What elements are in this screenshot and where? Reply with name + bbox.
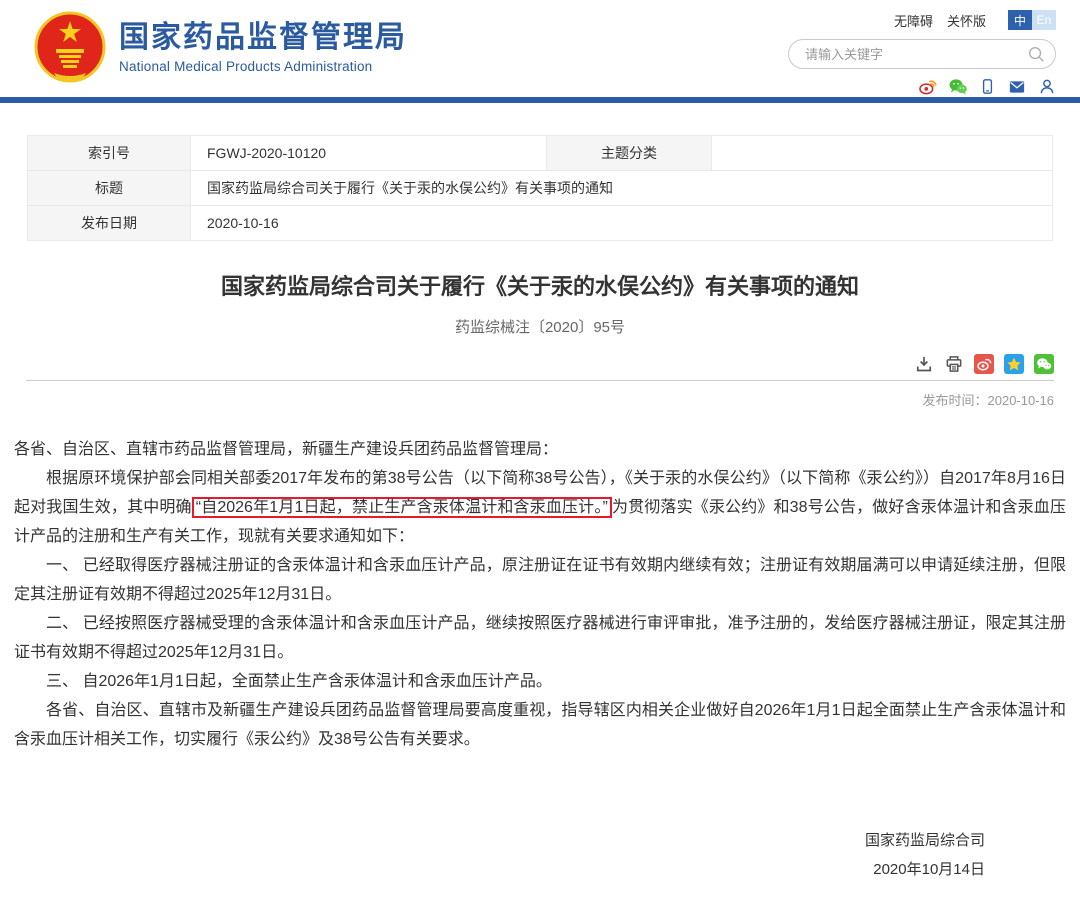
accessibility-link[interactable]: 无障碍 bbox=[894, 11, 933, 30]
highlighted-text: “自2026年1月1日起，禁止生产含汞体温计和含汞血压计。” bbox=[192, 497, 612, 518]
site-logo[interactable]: 国家药品监督管理局 National Medical Products Admi… bbox=[34, 11, 407, 83]
print-icon[interactable] bbox=[944, 354, 964, 374]
publish-time: 发布时间：2020-10-16 bbox=[26, 390, 1054, 409]
paragraph-closing: 各省、自治区、直辖市及新疆生产建设兵团药品监督管理局要高度重视，指导辖区内相关企… bbox=[14, 696, 1066, 754]
national-emblem-icon bbox=[34, 11, 106, 83]
meta-date-value: 2020-10-16 bbox=[191, 206, 1053, 241]
table-row: 索引号 FGWJ-2020-10120 主题分类 bbox=[28, 136, 1053, 171]
paragraph-item-2: 二、 已经按照医疗器械受理的含汞体温计和含汞血压计产品，继续按照医疗器械进行审评… bbox=[14, 609, 1066, 667]
meta-category-label: 主题分类 bbox=[547, 136, 712, 171]
site-header: 国家药品监督管理局 National Medical Products Admi… bbox=[0, 0, 1080, 97]
mail-icon[interactable] bbox=[1007, 78, 1027, 96]
site-title: 国家药品监督管理局 bbox=[119, 21, 407, 54]
share-weibo-icon[interactable] bbox=[974, 354, 994, 374]
document-meta-table: 索引号 FGWJ-2020-10120 主题分类 标题 国家药监局综合司关于履行… bbox=[27, 135, 1053, 241]
article-toolbar bbox=[26, 354, 1054, 374]
signature-block: 国家药监局综合司 2020年10月14日 bbox=[0, 826, 1080, 914]
meta-index-label: 索引号 bbox=[28, 136, 191, 171]
page-title: 国家药监局综合司关于履行《关于汞的水俣公约》有关事项的通知 bbox=[0, 269, 1080, 301]
care-mode-link[interactable]: 关怀版 bbox=[947, 11, 986, 30]
signature-org: 国家药监局综合司 bbox=[0, 826, 985, 855]
mobile-icon[interactable] bbox=[979, 77, 996, 96]
meta-title-label: 标题 bbox=[28, 171, 191, 206]
paragraph-salutation: 各省、自治区、直辖市药品监督管理局，新疆生产建设兵团药品监督管理局： bbox=[14, 435, 1066, 464]
share-qzone-icon[interactable] bbox=[1004, 354, 1024, 374]
publish-time-label: 发布时间： bbox=[922, 393, 987, 408]
paragraph-item-1: 一、 已经取得医疗器械注册证的含汞体温计和含汞血压计产品，原注册证在证书有效期内… bbox=[14, 551, 1066, 609]
search-box bbox=[788, 39, 1056, 69]
meta-title-value: 国家药监局综合司关于履行《关于汞的水俣公约》有关事项的通知 bbox=[191, 171, 1053, 206]
share-wechat-icon[interactable] bbox=[1034, 354, 1054, 374]
lang-zh-button[interactable]: 中 bbox=[1008, 10, 1032, 30]
header-right: 无障碍 关怀版 中 En bbox=[788, 10, 1056, 96]
download-icon[interactable] bbox=[914, 354, 934, 374]
paragraph-item-3: 三、 自2026年1月1日起，全面禁止生产含汞体温计和含汞血压计产品。 bbox=[14, 667, 1066, 696]
document-number: 药监综械注〔2020〕95号 bbox=[0, 316, 1080, 337]
article-body: 各省、自治区、直辖市药品监督管理局，新疆生产建设兵团药品监督管理局： 根据原环境… bbox=[14, 435, 1066, 754]
header-divider-bar bbox=[0, 97, 1080, 103]
site-subtitle: National Medical Products Administration bbox=[119, 59, 407, 74]
publish-time-value: 2020-10-16 bbox=[988, 393, 1055, 408]
signature-date: 2020年10月14日 bbox=[0, 855, 985, 884]
meta-date-label: 发布日期 bbox=[28, 206, 191, 241]
lang-en-button[interactable]: En bbox=[1032, 10, 1056, 30]
paragraph: 根据原环境保护部会同相关部委2017年发布的第38号公告（以下简称38号公告），… bbox=[14, 464, 1066, 551]
table-row: 发布日期 2020-10-16 bbox=[28, 206, 1053, 241]
meta-index-value: FGWJ-2020-10120 bbox=[191, 136, 547, 171]
social-icons bbox=[918, 77, 1056, 96]
language-toggle: 中 En bbox=[1008, 10, 1056, 30]
search-icon[interactable] bbox=[1027, 45, 1045, 63]
user-icon[interactable] bbox=[1038, 77, 1056, 96]
search-input[interactable] bbox=[803, 46, 1027, 63]
top-links: 无障碍 关怀版 中 En bbox=[894, 10, 1056, 30]
meta-category-value bbox=[712, 136, 1053, 171]
wechat-icon[interactable] bbox=[948, 77, 968, 96]
toolbar-divider bbox=[26, 380, 1054, 381]
table-row: 标题 国家药监局综合司关于履行《关于汞的水俣公约》有关事项的通知 bbox=[28, 171, 1053, 206]
weibo-icon[interactable] bbox=[918, 77, 937, 96]
